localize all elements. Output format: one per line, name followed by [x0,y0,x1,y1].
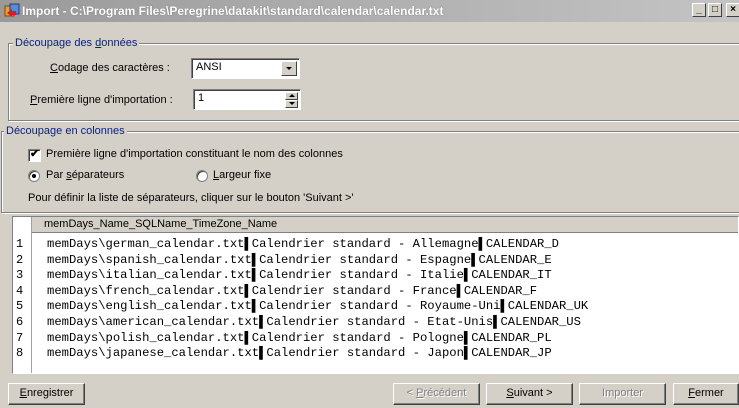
row-number: 8 [16,346,24,361]
preview-row[interactable]: memDays\italian_calendar.txt▌Calendrier … [47,268,552,282]
row-number: 6 [16,315,24,329]
preview-row[interactable]: memDays\german_calendar.txt▌Calendrier s… [47,237,559,251]
checkmark-icon: ✔ [30,148,40,160]
encoding-select-value: ANSI [196,61,222,73]
spin-up-icon[interactable] [285,92,298,100]
import-app-icon [4,3,20,17]
preview-row[interactable]: memDays\french_calendar.txt▌Calendrier s… [47,284,537,298]
row-number: 1 [16,237,24,251]
column-split-group-title: Découpage en colonnes [4,125,127,137]
header-row-checkbox[interactable]: ✔ [28,148,41,162]
fixed-width-radio-label: Largeur fixe [213,169,272,181]
preview-row[interactable]: memDays\spanish_calendar.txt▌Calendrier … [47,253,552,267]
row-number: 7 [16,330,24,345]
column-header[interactable]: memDays_Name_SQLName_TimeZone_Name [32,217,738,233]
maximize-button[interactable]: □ [708,3,722,17]
radio-selected-dot [32,174,36,178]
encoding-label: Codage des caractères : [50,62,170,74]
minimize-button[interactable]: _ [692,3,706,17]
window-title: Import - C:\Program Files\Peregrine\data… [22,4,444,18]
spin-down-icon[interactable] [285,100,298,108]
preview-grid[interactable]: memDays_Name_SQLName_TimeZone_Name 1 memD… [12,216,739,374]
previous-button[interactable]: < Précédent [393,383,480,405]
preview-row[interactable]: memDays\english_calendar.txt▌Calendrier … [47,299,588,313]
chevron-down-icon[interactable] [281,61,297,76]
next-button[interactable]: Suivant > [486,383,573,405]
encoding-select[interactable]: ANSI [191,58,300,79]
header-row-checkbox-label: Première ligne d'importation constituant… [46,148,343,160]
first-line-spinner[interactable]: 1 [193,89,301,110]
close-button[interactable]: Fermer [673,383,739,405]
fixed-width-radio[interactable] [196,170,208,182]
row-number: 4 [16,283,24,298]
row-number: 3 [16,268,24,283]
separator-hint: Pour définir la liste de séparateurs, cl… [28,192,354,204]
data-split-group: Découpage des données [8,37,739,121]
close-window-button[interactable]: × [726,3,739,17]
separators-radio-label: Par séparateurs [46,169,125,181]
data-split-group-title: Découpage des données [13,37,140,49]
preview-row[interactable]: memDays\polish_calendar.txt▌Calendrier s… [47,331,552,345]
row-number: 5 [16,299,24,314]
separators-radio[interactable] [28,170,40,182]
first-line-value: 1 [198,92,205,104]
preview-row[interactable]: memDays\japanese_calendar.txt▌Calendrier… [47,346,552,360]
save-button[interactable]: Enregistrer [8,383,85,405]
preview-row[interactable]: memDays\american_calendar.txt▌Calendrier… [47,315,581,329]
row-number: 2 [16,252,24,267]
first-line-label: Première ligne d'importation : [30,94,173,106]
import-button[interactable]: Importer [579,383,666,405]
title-bar: Import - C:\Program Files\Peregrine\data… [0,0,739,22]
